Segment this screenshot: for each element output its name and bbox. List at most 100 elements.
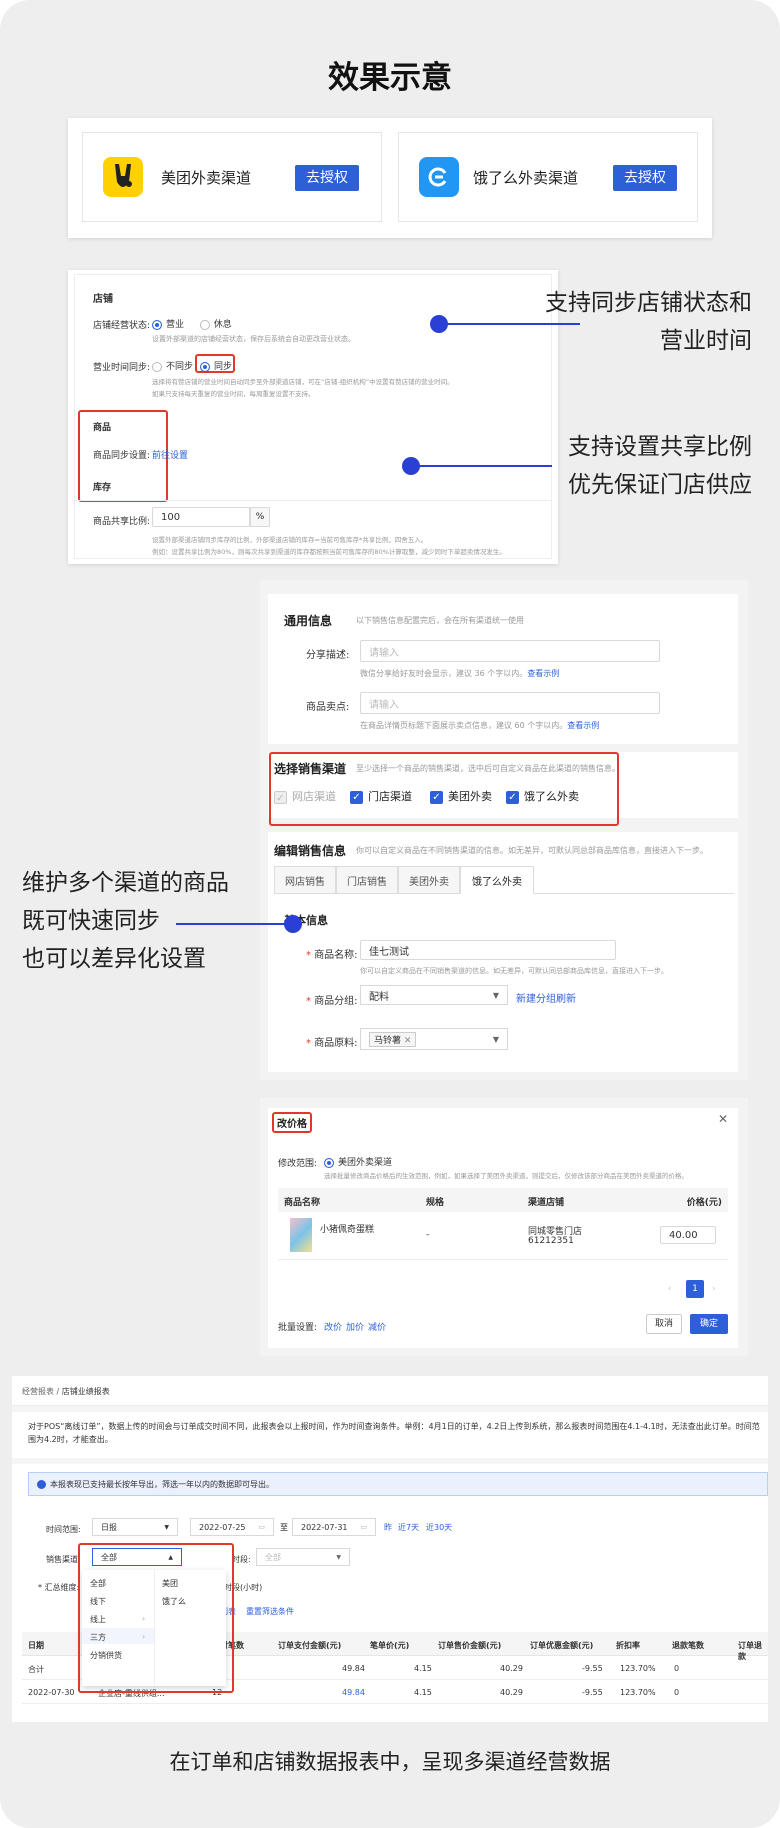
period-select[interactable]: 全部 ▼ bbox=[256, 1548, 350, 1566]
hours-nosync-radio[interactable] bbox=[152, 361, 162, 372]
store-cell-2: 61212351 bbox=[528, 1236, 574, 1246]
date-to-input[interactable]: 2022-07-31 ▭ bbox=[292, 1518, 376, 1536]
product-material-select[interactable]: 马铃薯 ✕ ▼ bbox=[360, 1028, 508, 1050]
export-info-bar: 本报表现已支持最长按年导出，筛选一年以内的数据即可导出。 bbox=[28, 1472, 768, 1496]
price-table-header: 商品名称 规格 渠道店铺 价格(元) bbox=[278, 1188, 728, 1212]
product-edit-panel: 通用信息 以下销售信息配置完后，会在所有渠道统一使用 分享描述: 请输入 微信分… bbox=[260, 580, 748, 1080]
goods-sync-link[interactable]: 前往设置 bbox=[152, 448, 188, 461]
col-pay-amount: 订单支付金额(元) bbox=[278, 1641, 342, 1650]
spec-cell: - bbox=[426, 1230, 430, 1240]
product-group-select[interactable]: 配料 ▼ bbox=[360, 985, 508, 1005]
edit-sales-title: 编辑销售信息 bbox=[274, 844, 347, 858]
product-name-hint: 你可以自定义商品在不同销售渠道的信息。如无差异，可默认同总部商品库信息，直接进入… bbox=[360, 967, 668, 975]
share-hint-2: 例如：设置共享比例为80%，则每次共享到渠道的库存都按照当前可售库存的80%计算… bbox=[152, 548, 506, 556]
time-unit-select[interactable]: 日报 ▼ bbox=[92, 1518, 178, 1536]
breadcrumb-store-report: 店铺业绩报表 bbox=[61, 1387, 110, 1396]
annotation-share-ratio: 支持设置共享比例 优先保证门店供应 bbox=[568, 434, 752, 498]
reset-filter-link[interactable]: 重置筛选条件 bbox=[246, 1606, 294, 1617]
col-refund-count: 退款笔数 bbox=[672, 1641, 704, 1650]
col-sale-amount: 订单售价金额(元) bbox=[438, 1641, 502, 1650]
hours-hint-2: 如果只支持每天重复的营业时间，每周重复设置不支持。 bbox=[152, 390, 315, 398]
page-caption: 在订单和店铺数据报表中，呈现多渠道经营数据 bbox=[169, 1750, 611, 1774]
pagination-prev[interactable]: ‹ bbox=[668, 1284, 672, 1294]
share-desc-input[interactable]: 请输入 bbox=[360, 640, 660, 662]
period-label: 时段: bbox=[232, 1555, 251, 1564]
cancel-button[interactable]: 取消 bbox=[646, 1314, 682, 1334]
batch-label: 批量设置: bbox=[278, 1323, 318, 1333]
breadcrumb-reports[interactable]: 经营报表 bbox=[22, 1387, 54, 1396]
tab-online[interactable]: 网店销售 bbox=[274, 866, 336, 894]
status-hint: 设置外部渠道的店铺经营状态，保存后系统会自动更改营业状态。 bbox=[152, 335, 355, 343]
meituan-card: 美团外卖渠道 去授权 bbox=[82, 132, 382, 222]
stock-section-header: 库存 bbox=[93, 483, 112, 493]
scope-radio[interactable]: 美团外卖渠道 bbox=[324, 1155, 392, 1168]
pagination-next[interactable]: › bbox=[712, 1284, 716, 1294]
col-discount-amount: 订单优惠金额(元) bbox=[530, 1641, 594, 1650]
status-open-radio[interactable] bbox=[152, 319, 162, 330]
batch-change-link[interactable]: 改价 bbox=[324, 1320, 342, 1333]
pagination-page[interactable]: 1 bbox=[686, 1280, 704, 1298]
selling-point-label: 商品卖点: bbox=[306, 702, 350, 713]
share-desc-label: 分享描述: bbox=[306, 650, 350, 661]
report-notice: 对于POS“离线订单”，数据上传的时间会与订单成交时间不同，此报表会以上报时间，… bbox=[28, 1422, 760, 1444]
price-table-row: 小猪佩奇蛋糕 - 同城零售门店 61212351 40.00 bbox=[278, 1212, 728, 1260]
page-title: 效果示意 bbox=[328, 60, 452, 96]
product-name-input[interactable]: 佳七测试 bbox=[360, 940, 616, 960]
tab-store[interactable]: 门店销售 bbox=[336, 866, 398, 894]
close-icon[interactable]: ✕ bbox=[718, 1112, 728, 1126]
quick-30days[interactable]: 近30天 bbox=[426, 1522, 452, 1533]
meituan-authorize-button[interactable]: 去授权 bbox=[295, 165, 359, 191]
quick-yesterday[interactable]: 昨 bbox=[384, 1522, 392, 1533]
quick-7days[interactable]: 近7天 bbox=[398, 1522, 419, 1533]
batch-minus-link[interactable]: 减价 bbox=[368, 1320, 386, 1333]
eleme-channel-name: 饿了么外卖渠道 bbox=[473, 169, 579, 187]
hours-hint-1: 选择将有赞店铺的营业时间自动同步至外部渠道店铺，可在“店铺-组织机构”中设置有赞… bbox=[152, 378, 454, 386]
hours-nosync-label: 不同步 bbox=[166, 362, 194, 372]
annotation-dot-3 bbox=[284, 915, 302, 933]
tab-meituan[interactable]: 美团外卖 bbox=[398, 866, 460, 894]
channel-auth-panel: 美团外卖渠道 去授权 饿了么外卖渠道 去授权 bbox=[68, 118, 712, 238]
time-range-label: 时间范围: bbox=[46, 1525, 81, 1534]
close-icon: ✕ bbox=[403, 1035, 412, 1046]
store-section-header: 店铺 bbox=[93, 294, 113, 305]
product-material-label: 商品原料: bbox=[314, 1038, 358, 1049]
hours-sync-radio[interactable] bbox=[200, 361, 210, 372]
refresh-link[interactable]: 刷新 bbox=[556, 990, 576, 1005]
eleme-authorize-button[interactable]: 去授权 bbox=[613, 165, 677, 191]
date-separator: 至 bbox=[280, 1523, 288, 1532]
batch-add-link[interactable]: 加价 bbox=[346, 1320, 364, 1333]
col-discount-rate: 折扣率 bbox=[616, 1641, 640, 1650]
share-ratio-input[interactable]: 100 bbox=[152, 507, 250, 527]
edit-sales-card: 编辑销售信息 你可以自定义商品在不同销售渠道的信息。如无差异，可默认同总部商品库… bbox=[268, 832, 738, 1072]
general-info-title: 通用信息 bbox=[284, 614, 333, 628]
status-rest-radio[interactable] bbox=[199, 319, 210, 330]
summary-label: * 汇总维度: bbox=[38, 1583, 80, 1592]
share-desc-example-link[interactable]: 查看示例 bbox=[527, 669, 559, 678]
material-tag: 马铃薯 ✕ bbox=[369, 1031, 417, 1047]
product-thumbnail bbox=[290, 1218, 312, 1252]
selling-point-example-link[interactable]: 查看示例 bbox=[567, 721, 599, 730]
scope-hint: 选择批量修改商品价格后的生效范围，例如，如果选择了美团外卖渠道，则提交后，仅修改… bbox=[324, 1172, 688, 1180]
meituan-logo bbox=[103, 157, 143, 197]
eleme-card: 饿了么外卖渠道 去授权 bbox=[398, 132, 698, 222]
calendar-icon: ▭ bbox=[258, 1523, 265, 1531]
meituan-channel-name: 美团外卖渠道 bbox=[161, 169, 252, 187]
tab-eleme[interactable]: 饿了么外卖 bbox=[460, 866, 534, 894]
general-info-subtitle: 以下销售信息配置完后，会在所有渠道统一使用 bbox=[356, 616, 524, 625]
annotation-line-2 bbox=[412, 465, 552, 467]
price-modal: 改价格 ✕ 修改范围: 美团外卖渠道 选择批量修改商品价格后的生效范围，例如，如… bbox=[260, 1098, 748, 1356]
share-ratio-label: 商品共享比例: bbox=[93, 517, 151, 527]
product-group-label: 商品分组: bbox=[314, 996, 358, 1007]
goods-sync-label: 商品同步设置: bbox=[93, 451, 151, 461]
sales-channel-label: 销售渠道: bbox=[46, 1555, 81, 1564]
sales-channel-highlight bbox=[269, 752, 619, 826]
status-label: 店铺经营状态: bbox=[93, 321, 151, 331]
price-input[interactable]: 40.00 bbox=[660, 1226, 716, 1244]
new-group-link[interactable]: 新建分组 bbox=[516, 990, 556, 1005]
date-from-input[interactable]: 2022-07-25 ▭ bbox=[190, 1518, 274, 1536]
share-desc-hint: 微信分享给好友时会显示，建议 36 个字以内。 bbox=[360, 669, 528, 678]
confirm-button[interactable]: 确定 bbox=[690, 1314, 728, 1334]
hours-label: 营业时间同步: bbox=[93, 363, 151, 373]
report-panel: 经营报表 / 店铺业绩报表 对于POS“离线订单”，数据上传的时间会与订单成交时… bbox=[12, 1376, 768, 1722]
selling-point-input[interactable]: 请输入 bbox=[360, 692, 660, 714]
